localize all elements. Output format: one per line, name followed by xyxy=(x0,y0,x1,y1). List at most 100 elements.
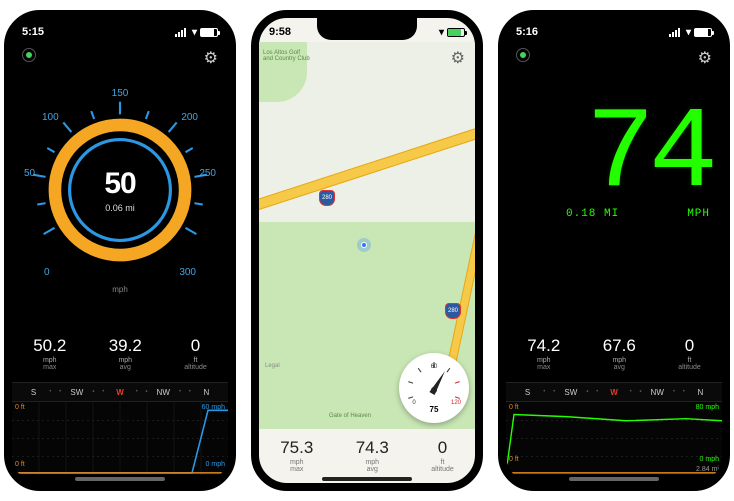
top-bar: ⚙ xyxy=(12,48,228,68)
stat-avg-value: 39.2 xyxy=(109,336,142,356)
stats-row: 74.2 mph max 67.6 mph avg 0 ft altitude xyxy=(506,336,722,371)
stat-max-unit: mph xyxy=(280,459,313,466)
stat-avg-value: 67.6 xyxy=(603,336,636,356)
chart-bot-right: 0 mph xyxy=(206,461,225,468)
phone-digital: 5:16 ▾ ⚙ 74 0.18 MI MPH 74.2 mph max 67.… xyxy=(498,10,730,491)
chart-top-right: 80 mph xyxy=(696,404,719,411)
stat-avg-label: avg xyxy=(603,364,636,371)
user-location-icon xyxy=(357,238,371,252)
notch xyxy=(70,18,170,40)
stat-altitude[interactable]: 0 ft altitude xyxy=(184,336,207,371)
stat-altitude[interactable]: 0 ft altitude xyxy=(431,438,454,473)
gauge-center: 50 0.06 mi xyxy=(104,167,135,213)
compass-strip[interactable]: S SW W NW N xyxy=(506,382,722,402)
mini-speed-gauge[interactable]: 0 60 120 75 xyxy=(399,353,469,423)
mini-scale-120: 120 xyxy=(451,400,462,406)
gps-indicator-icon[interactable] xyxy=(516,48,530,62)
chart-bot-left: 0 ft xyxy=(15,461,25,468)
stat-avg-unit: mph xyxy=(356,459,389,466)
stat-alt-value: 0 xyxy=(678,336,701,356)
notch xyxy=(564,18,664,40)
compass-strip[interactable]: S SW W NW N xyxy=(12,382,228,402)
stat-alt-unit: ft xyxy=(678,357,701,364)
cell-signal-icon xyxy=(175,28,189,37)
settings-gear-icon[interactable]: ⚙ xyxy=(698,48,712,68)
stat-avg[interactable]: 74.3 mph avg xyxy=(356,438,389,473)
status-time: 9:58 xyxy=(269,26,291,38)
stat-max-label: max xyxy=(280,466,313,473)
stat-alt-value: 0 xyxy=(184,336,207,356)
notch xyxy=(317,18,417,40)
chart-svg xyxy=(12,402,228,475)
chart-top-left: 0 ft xyxy=(509,404,519,411)
stats-row: 75.3 mph max 74.3 mph avg 0 ft altitude xyxy=(259,438,475,473)
scale-300: 300 xyxy=(179,267,196,278)
status-icons: ▾ xyxy=(175,27,218,38)
scale-100: 100 xyxy=(42,112,59,123)
chart-top-left: 0 ft xyxy=(15,404,25,411)
home-indicator[interactable] xyxy=(322,477,412,481)
wifi-icon: ▾ xyxy=(439,27,444,38)
map-legal[interactable]: Legal xyxy=(265,363,280,369)
phone-analog: 5:15 ▾ ⚙ xyxy=(4,10,236,491)
stat-avg-unit: mph xyxy=(603,357,636,364)
stat-max[interactable]: 75.3 mph max xyxy=(280,438,313,473)
digital-speed: 74 xyxy=(506,108,712,202)
status-icons: ▾ xyxy=(669,27,712,38)
stat-alt-unit: ft xyxy=(184,357,207,364)
battery-icon xyxy=(447,28,465,37)
stat-max-value: 50.2 xyxy=(33,336,66,356)
battery-icon xyxy=(694,28,712,37)
digital-display[interactable]: 74 0.18 MI MPH xyxy=(506,108,712,268)
stat-avg[interactable]: 39.2 mph avg xyxy=(109,336,142,371)
top-bar: ⚙ xyxy=(506,48,722,68)
history-chart[interactable]: 0 ft 80 mph 0 ft 0 mph 2.84 mi xyxy=(506,402,722,475)
status-time: 5:16 xyxy=(516,26,538,38)
mini-gauge-svg: 0 60 120 75 xyxy=(399,353,469,423)
speed-gauge[interactable]: 0 50 100 150 200 250 300 50 0.06 mi mph xyxy=(12,80,228,300)
stat-alt-value: 0 xyxy=(431,438,454,458)
hwy-shield-icon: 280 xyxy=(319,190,335,206)
cell-signal-icon xyxy=(669,28,683,37)
chart-bot-left: 0 ft xyxy=(509,456,519,463)
stat-max-unit: mph xyxy=(33,357,66,364)
mini-scale-0: 0 xyxy=(412,400,416,406)
status-icons: ▾ xyxy=(439,27,465,38)
scale-0: 0 xyxy=(44,267,50,278)
gauge-unit: mph xyxy=(112,285,128,294)
stat-alt-label: altitude xyxy=(431,466,454,473)
stat-avg[interactable]: 67.6 mph avg xyxy=(603,336,636,371)
settings-gear-icon[interactable]: ⚙ xyxy=(451,48,465,68)
map-topbar: ⚙ xyxy=(259,48,475,68)
status-time: 5:15 xyxy=(22,26,44,38)
compass-n: N xyxy=(679,388,722,397)
phone-map: 9:58 ▾ ⚙ Los Altos Golf and Country Club… xyxy=(251,10,483,491)
home-indicator[interactable] xyxy=(569,477,659,481)
home-indicator[interactable] xyxy=(75,477,165,481)
stat-max-label: max xyxy=(33,364,66,371)
gauge-speed: 50 xyxy=(104,167,135,201)
chart-bot-right: 0 mph xyxy=(700,456,719,463)
stat-max-value: 75.3 xyxy=(280,438,313,458)
stat-altitude[interactable]: 0 ft altitude xyxy=(678,336,701,371)
history-chart[interactable]: 0 ft 60 mph 0 ft 0 mph xyxy=(12,402,228,475)
stat-alt-label: altitude xyxy=(184,364,207,371)
mini-gauge-value: 75 xyxy=(430,405,439,414)
settings-gear-icon[interactable]: ⚙ xyxy=(204,48,218,68)
gauge-distance: 0.06 mi xyxy=(104,203,135,213)
stat-avg-label: avg xyxy=(109,364,142,371)
wifi-icon: ▾ xyxy=(686,27,691,38)
gps-indicator-icon[interactable] xyxy=(22,48,36,62)
map-label-gate: Gate of Heaven xyxy=(329,413,371,419)
stat-avg-label: avg xyxy=(356,466,389,473)
stats-row: 50.2 mph max 39.2 mph avg 0 ft altitude xyxy=(12,336,228,371)
compass-n: N xyxy=(185,388,228,397)
stat-alt-unit: ft xyxy=(431,459,454,466)
stat-max-value: 74.2 xyxy=(527,336,560,356)
stat-max[interactable]: 74.2 mph max xyxy=(527,336,560,371)
map-view[interactable]: ⚙ Los Altos Golf and Country Club Gate o… xyxy=(259,42,475,429)
stat-max[interactable]: 50.2 mph max xyxy=(33,336,66,371)
battery-icon xyxy=(200,28,218,37)
stat-max-unit: mph xyxy=(527,357,560,364)
stat-avg-unit: mph xyxy=(109,357,142,364)
